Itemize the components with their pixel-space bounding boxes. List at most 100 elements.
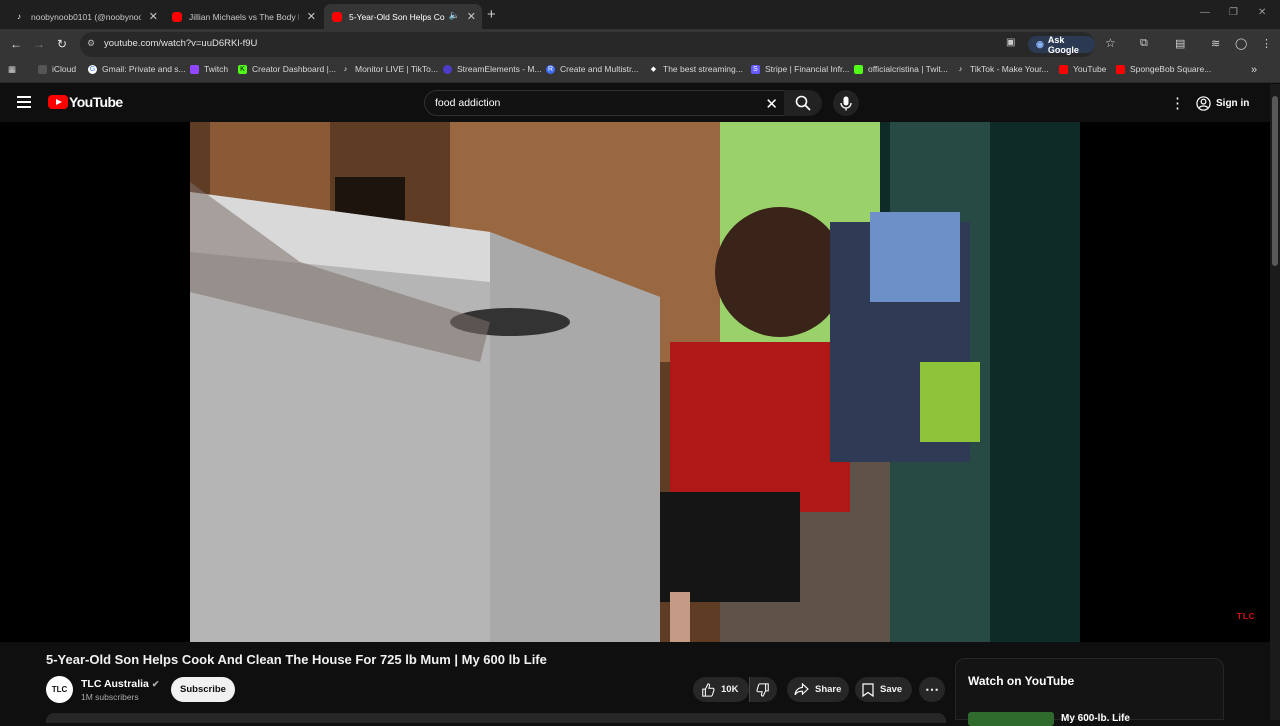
verified-badge-icon: ✔ bbox=[151, 679, 160, 689]
back-icon[interactable]: ← bbox=[10, 37, 22, 51]
browser-toolbar: ← → ↻ ⚙ youtube.com/watch?v=uuD6RKl-f9U … bbox=[0, 29, 1280, 59]
watch-on-youtube-heading: Watch on YouTube bbox=[968, 674, 1075, 688]
side-panel-icon[interactable]: ▤ bbox=[1175, 37, 1185, 50]
ask-google-button[interactable]: ◉ Ask Google bbox=[1028, 35, 1095, 55]
bookmark-streamelements[interactable]: StreamElements - M... bbox=[443, 64, 542, 74]
restream-icon: R bbox=[546, 64, 555, 74]
clear-search-icon[interactable]: ✕ bbox=[765, 95, 778, 113]
bookmark-label: Creator Dashboard |... bbox=[252, 64, 336, 74]
bookmark-label: StreamElements - M... bbox=[457, 64, 542, 74]
settings-menu-icon[interactable]: ⋮ bbox=[1170, 94, 1185, 112]
reload-icon[interactable]: ↻ bbox=[57, 37, 67, 51]
bookmarks-bar: ▦ iCloud G Gmail: Private and s... Twitch… bbox=[0, 59, 1280, 83]
bookmark-icloud[interactable]: iCloud bbox=[38, 64, 76, 74]
youtube-play-icon bbox=[48, 95, 68, 109]
bookmark-label: Gmail: Private and s... bbox=[102, 64, 186, 74]
channel-name[interactable]: TLC Australia bbox=[81, 678, 149, 690]
share-button[interactable]: Share bbox=[787, 677, 849, 702]
twitch-icon bbox=[854, 64, 863, 74]
stripe-icon: S bbox=[751, 64, 760, 74]
tiktok-icon: ♪ bbox=[343, 65, 348, 73]
search-icon bbox=[795, 95, 811, 111]
voice-search-button[interactable] bbox=[833, 90, 859, 116]
forward-icon[interactable]: → bbox=[33, 37, 45, 51]
close-tab-icon[interactable]: ✕ bbox=[467, 10, 476, 23]
subscriber-count: 1M subscribers bbox=[81, 692, 139, 702]
bookmark-kick[interactable]: K Creator Dashboard |... bbox=[238, 64, 336, 74]
menu-icon[interactable] bbox=[17, 96, 31, 111]
channel-avatar[interactable]: TLC bbox=[46, 676, 73, 703]
share-icon bbox=[794, 683, 809, 696]
browser-tab-active[interactable]: 5-Year-Old Son Helps Cook 🔈 ✕ bbox=[324, 4, 482, 29]
bookmark-tiktok[interactable]: ♪ TikTok - Make Your... bbox=[956, 64, 1049, 74]
new-tab-button[interactable]: + bbox=[487, 6, 496, 23]
diamond-icon: ◆ bbox=[650, 66, 657, 73]
youtube-icon bbox=[1116, 64, 1125, 74]
bookmark-icon bbox=[862, 682, 874, 697]
search-button[interactable] bbox=[784, 90, 822, 116]
thumbs-up-icon bbox=[702, 682, 715, 697]
close-window-icon[interactable]: ✕ bbox=[1258, 7, 1266, 18]
save-label: Save bbox=[880, 684, 903, 695]
youtube-icon bbox=[332, 11, 342, 22]
bookmark-youtube[interactable]: YouTube bbox=[1059, 64, 1106, 74]
bookmark-gmail[interactable]: G Gmail: Private and s... bbox=[88, 64, 186, 74]
bookmark-officialcristina[interactable]: officialcristina | Twit... bbox=[854, 64, 948, 74]
bookmark-label: YouTube bbox=[1073, 64, 1107, 74]
kick-icon: K bbox=[238, 64, 247, 74]
bookmark-label: SpongeBob Square... bbox=[1130, 64, 1212, 74]
like-button[interactable]: 10K bbox=[693, 677, 749, 702]
video-frame[interactable] bbox=[190, 122, 1080, 642]
site-info-icon[interactable]: ⚙ bbox=[87, 38, 95, 49]
related-video-thumbnail[interactable] bbox=[968, 712, 1054, 726]
bookmark-label: Create and Multistr... bbox=[560, 64, 639, 74]
install-app-icon[interactable]: ▣ bbox=[1006, 37, 1015, 48]
channel-name-row[interactable]: TLC Australia ✔ bbox=[81, 678, 159, 690]
youtube-icon bbox=[172, 11, 182, 22]
close-tab-icon[interactable]: ✕ bbox=[149, 10, 158, 23]
video-title: 5-Year-Old Son Helps Cook And Clean The … bbox=[46, 652, 547, 667]
speaker-icon[interactable]: 🔈 bbox=[449, 10, 460, 21]
subscribe-button[interactable]: Subscribe bbox=[171, 677, 235, 702]
more-bookmarks-icon[interactable]: » bbox=[1251, 64, 1257, 76]
bookmark-streaming[interactable]: ◆ The best streaming... bbox=[649, 64, 743, 74]
microphone-icon bbox=[840, 96, 852, 110]
search-query: food addiction bbox=[435, 97, 501, 109]
dislike-button[interactable] bbox=[749, 677, 777, 702]
bookmark-twitch[interactable]: Twitch bbox=[190, 64, 228, 74]
bookmark-spongebob[interactable]: SpongeBob Square... bbox=[1116, 64, 1211, 74]
page-scrollbar[interactable] bbox=[1270, 84, 1280, 720]
save-button[interactable]: Save bbox=[855, 677, 912, 702]
youtube-icon bbox=[1059, 64, 1068, 74]
browser-tab-strip: ♪ noobynoob0101 (@noobynoob ✕ Jillian Mi… bbox=[0, 0, 1280, 29]
minimize-icon[interactable]: — bbox=[1200, 7, 1210, 18]
like-count: 10K bbox=[721, 684, 739, 695]
more-actions-icon[interactable]: ⋯ bbox=[919, 677, 945, 702]
video-player[interactable]: TLC bbox=[0, 122, 1270, 642]
restore-icon[interactable]: ❐ bbox=[1229, 7, 1238, 18]
search-input[interactable]: food addiction ✕ bbox=[424, 90, 789, 116]
bookmark-tiktok-live[interactable]: ♪ Monitor LIVE | TikTo... bbox=[341, 64, 438, 74]
browser-tab-tiktok[interactable]: ♪ noobynoob0101 (@noobynoob ✕ bbox=[6, 4, 164, 29]
tab-title: noobynoob0101 (@noobynoob bbox=[31, 11, 141, 22]
apps-grid-icon[interactable]: ▦ bbox=[8, 64, 16, 75]
bookmark-restream[interactable]: R Create and Multistr... bbox=[546, 64, 638, 74]
extensions-icon[interactable]: ⧉ bbox=[1140, 37, 1148, 50]
browser-menu-icon[interactable]: ⋮ bbox=[1261, 37, 1272, 50]
browser-tab-jillian[interactable]: Jillian Michaels vs The Body Po ✕ bbox=[164, 4, 322, 29]
account-icon bbox=[1196, 95, 1211, 111]
youtube-logo[interactable]: YouTube bbox=[48, 94, 123, 110]
bookmark-star-icon[interactable]: ☆ bbox=[1105, 36, 1116, 50]
sign-in-button[interactable]: Sign in bbox=[1196, 92, 1249, 114]
related-video-title[interactable]: My 600-lb. Life bbox=[1061, 713, 1130, 724]
bookmark-label: officialcristina | Twit... bbox=[868, 64, 948, 74]
scrollbar-thumb[interactable] bbox=[1272, 96, 1278, 266]
profile-icon[interactable]: ◯ bbox=[1235, 37, 1247, 50]
close-tab-icon[interactable]: ✕ bbox=[307, 10, 316, 23]
youtube-wordmark: YouTube bbox=[69, 94, 123, 110]
bookmark-label: Monitor LIVE | TikTo... bbox=[355, 64, 438, 74]
description-box[interactable] bbox=[46, 713, 946, 723]
bookmark-stripe[interactable]: S Stripe | Financial Infr... bbox=[751, 64, 849, 74]
address-bar[interactable]: ⚙ youtube.com/watch?v=uuD6RKl-f9U ▣ ◉ As… bbox=[80, 32, 1116, 57]
reading-mode-icon[interactable]: ≋ bbox=[1211, 37, 1220, 50]
